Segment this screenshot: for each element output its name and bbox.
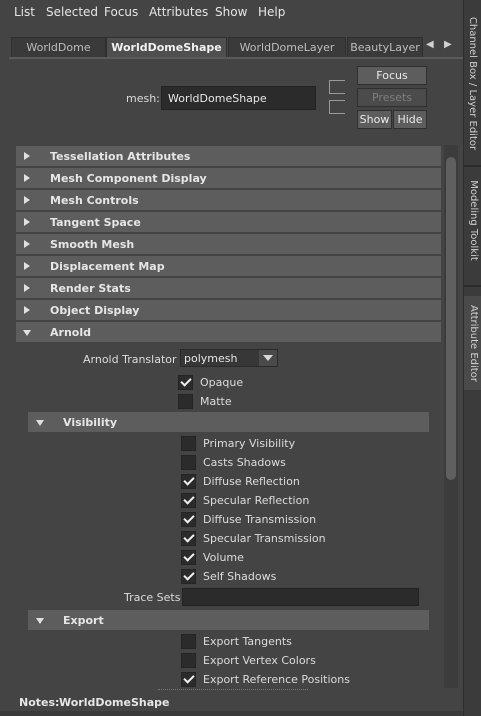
menu-help[interactable]: Help [258,5,285,19]
subsection-visibility[interactable]: Visibility [28,412,429,432]
bottom-bar [0,711,463,716]
checkbox-box[interactable] [181,530,196,546]
subsection-export[interactable]: Export [28,610,429,630]
trace-sets-label: Trace Sets [124,591,181,604]
menu-selected[interactable]: Selected [46,5,98,19]
dock-tab-strip: Channel Box / Layer Editor Modeling Tool… [463,0,481,716]
checkbox-box[interactable] [181,568,196,584]
menu-list[interactable]: List [14,5,35,19]
specular-transmission-checkbox[interactable]: Specular Transmission [181,529,326,547]
volume-checkbox[interactable]: Volume [181,548,244,566]
checkbox-box[interactable] [181,492,196,508]
collapse-arrow-icon [36,618,44,624]
hide-button[interactable]: Hide [393,110,427,129]
arnold-translator-label: Arnold Translator [83,353,177,366]
section-tessellation-attributes[interactable]: Tessellation Attributes [16,146,441,166]
trace-sets-field[interactable] [182,588,419,606]
tab-divider [9,57,463,59]
expand-arrow-icon [24,262,30,270]
tab-worlddomeshape[interactable]: WorldDomeShape [106,37,227,57]
section-mesh-component-display[interactable]: Mesh Component Display [16,168,441,188]
checkbox-box[interactable] [181,633,196,649]
checkbox-box[interactable] [181,511,196,527]
presets-button[interactable]: Presets [357,88,427,107]
checkbox-box[interactable] [181,473,196,489]
menu-show[interactable]: Show [215,5,247,19]
export-vertex-colors-checkbox[interactable]: Export Vertex Colors [181,651,316,669]
checkbox-box[interactable] [181,435,196,451]
primary-visibility-checkbox[interactable]: Primary Visibility [181,434,295,452]
vertical-scrollbar[interactable] [444,145,458,688]
checkbox-box[interactable] [181,454,196,470]
section-displacement-map[interactable]: Displacement Map [16,256,441,276]
expand-arrow-icon [24,152,30,160]
dock-tab-attribute-editor[interactable]: Attribute Editor [464,296,481,390]
export-tangents-checkbox[interactable]: Export Tangents [181,632,292,650]
expand-arrow-icon [24,196,30,204]
scrollbar-thumb[interactable] [446,157,456,480]
tab-worlddome[interactable]: WorldDome [11,37,106,57]
expand-arrow-icon [24,174,30,182]
notes-resize-handle[interactable] [158,689,308,690]
expand-arrow-icon [24,218,30,226]
mesh-name-field[interactable]: WorldDomeShape [161,86,316,110]
matte-checkbox[interactable]: Matte [178,392,232,410]
attribute-scroll-area: Tessellation Attributes Mesh Component D… [16,145,444,688]
tab-scroll-right-icon[interactable]: ▶ [444,39,452,50]
diffuse-transmission-checkbox[interactable]: Diffuse Transmission [181,510,316,528]
tab-beautylayer[interactable]: BeautyLayer [347,37,423,57]
dock-separator [464,165,481,167]
specular-reflection-checkbox[interactable]: Specular Reflection [181,491,309,509]
diffuse-reflection-checkbox[interactable]: Diffuse Reflection [181,472,300,490]
section-mesh-controls[interactable]: Mesh Controls [16,190,441,210]
checkbox-box[interactable] [181,549,196,565]
show-button[interactable]: Show [357,110,392,129]
expand-arrow-icon [24,240,30,248]
notes-label: Notes: [19,696,60,709]
section-arnold[interactable]: Arnold [16,322,441,342]
section-render-stats[interactable]: Render Stats [16,278,441,298]
casts-shadows-checkbox[interactable]: Casts Shadows [181,453,286,471]
checkbox-box[interactable] [178,374,193,390]
focus-button[interactable]: Focus [357,66,427,85]
export-reference-positions-checkbox[interactable]: Export Reference Positions [181,670,350,688]
dock-tab-channel-box[interactable]: Channel Box / Layer Editor [464,8,481,158]
opaque-checkbox[interactable]: Opaque [178,373,243,391]
checkbox-box[interactable] [181,652,196,668]
collapse-arrow-icon [36,420,44,426]
arnold-translator-dropdown[interactable]: polymesh [180,349,278,367]
expand-arrow-icon [24,284,30,292]
dropdown-arrow-icon [259,350,277,366]
dock-separator [464,285,481,287]
tab-worlddomelayer[interactable]: WorldDomeLayer [228,37,346,57]
section-smooth-mesh[interactable]: Smooth Mesh [16,234,441,254]
section-object-display[interactable]: Object Display [16,300,441,320]
collapse-arrow-icon [23,330,31,336]
self-shadows-checkbox[interactable]: Self Shadows [181,567,276,585]
dock-tab-modeling-toolkit[interactable]: Modeling Toolkit [464,170,481,270]
menu-bar: List Selected Focus Attributes Show Help [0,0,463,24]
expand-arrow-icon [24,306,30,314]
menu-focus[interactable]: Focus [104,5,138,19]
mesh-label: mesh: [126,92,160,105]
checkbox-box[interactable] [178,393,193,409]
menu-attributes[interactable]: Attributes [149,5,208,19]
node-tab-bar: WorldDome WorldDomeShape WorldDomeLayer … [9,37,463,57]
tab-scroll-left-icon[interactable]: ◀ [426,39,434,50]
notes-value: WorldDomeShape [59,696,170,709]
section-tangent-space[interactable]: Tangent Space [16,212,441,232]
output-connection-icon[interactable] [329,100,345,114]
input-connection-icon[interactable] [329,80,345,94]
checkbox-box[interactable] [181,671,196,687]
